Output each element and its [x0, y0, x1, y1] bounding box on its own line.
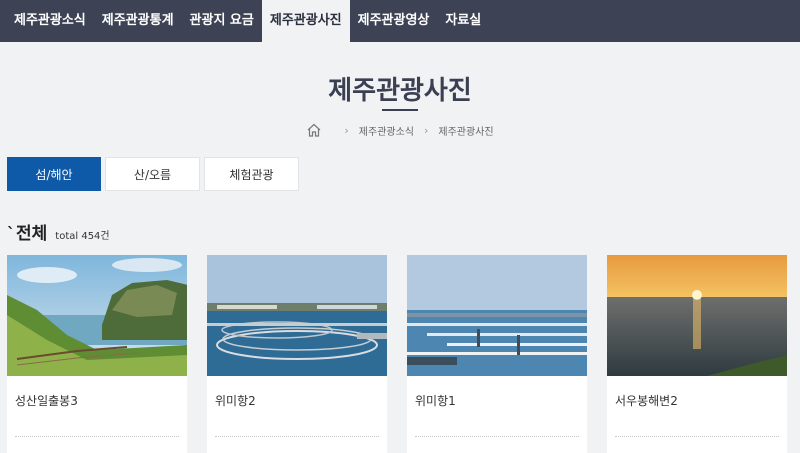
photo-card[interactable]: 성산일출봉3 [7, 255, 187, 453]
chevron-right-icon: › [424, 123, 429, 137]
tab-mountain-oreum[interactable]: 산/오름 [105, 157, 200, 191]
photo-title[interactable]: 성산일출봉3 [7, 376, 187, 436]
photo-thumbnail[interactable] [607, 255, 787, 376]
dotted-divider [615, 436, 779, 437]
category-tabs: 섬/해안 산/오름 체험관광 [7, 157, 303, 191]
breadcrumb-current-tourism-photos[interactable]: 제주관광사진 [438, 123, 493, 138]
dotted-divider [215, 436, 379, 437]
nav-item-jeju-tourism-news[interactable]: 제주관광소식 [0, 0, 94, 42]
photo-card[interactable]: 위미항1 [407, 255, 587, 453]
page-title: 제주관광사진 [328, 76, 472, 106]
dotted-divider [415, 436, 579, 437]
photo-title[interactable]: 위미항1 [407, 376, 587, 436]
nav-item-jeju-tourism-stats[interactable]: 제주관광통계 [94, 0, 182, 42]
nav-item-jeju-tourism-photos[interactable]: 제주관광사진 [261, 0, 350, 42]
top-navigation: 제주관광소식 제주관광통계 관광지 요금 제주관광사진 제주관광영상 자료실 [0, 0, 800, 42]
chevron-right-icon: › [344, 123, 349, 137]
breadcrumb-link-tourism-news[interactable]: 제주관광소식 [359, 123, 414, 138]
dotted-divider [15, 436, 179, 437]
heading-tick: ` [7, 224, 15, 243]
breadcrumb: › 제주관광소식 › 제주관광사진 [0, 121, 800, 139]
photo-grid: 성산일출봉3 위미항2 위미항1 서우봉해변2 [7, 255, 800, 453]
photo-thumbnail[interactable] [207, 255, 387, 376]
total-count: total 454건 [55, 231, 110, 242]
section-heading: ` 전체 total 454건 [7, 219, 110, 244]
photo-thumbnail[interactable] [7, 255, 187, 376]
photo-thumbnail[interactable] [407, 255, 587, 376]
photo-title[interactable]: 서우봉해변2 [607, 376, 787, 436]
nav-item-attraction-fees[interactable]: 관광지 요금 [182, 0, 262, 42]
section-title: 전체 [16, 224, 48, 244]
photo-card[interactable]: 서우봉해변2 [607, 255, 787, 453]
title-underline [382, 109, 418, 111]
nav-item-jeju-tourism-videos[interactable]: 제주관광영상 [350, 0, 438, 42]
tab-island-coast[interactable]: 섬/해안 [7, 157, 101, 191]
nav-item-archive[interactable]: 자료실 [437, 0, 489, 42]
photo-title[interactable]: 위미항2 [207, 376, 387, 436]
photo-card[interactable]: 위미항2 [207, 255, 387, 453]
tab-experience-tourism[interactable]: 체험관광 [204, 157, 299, 191]
home-icon[interactable] [306, 122, 322, 138]
